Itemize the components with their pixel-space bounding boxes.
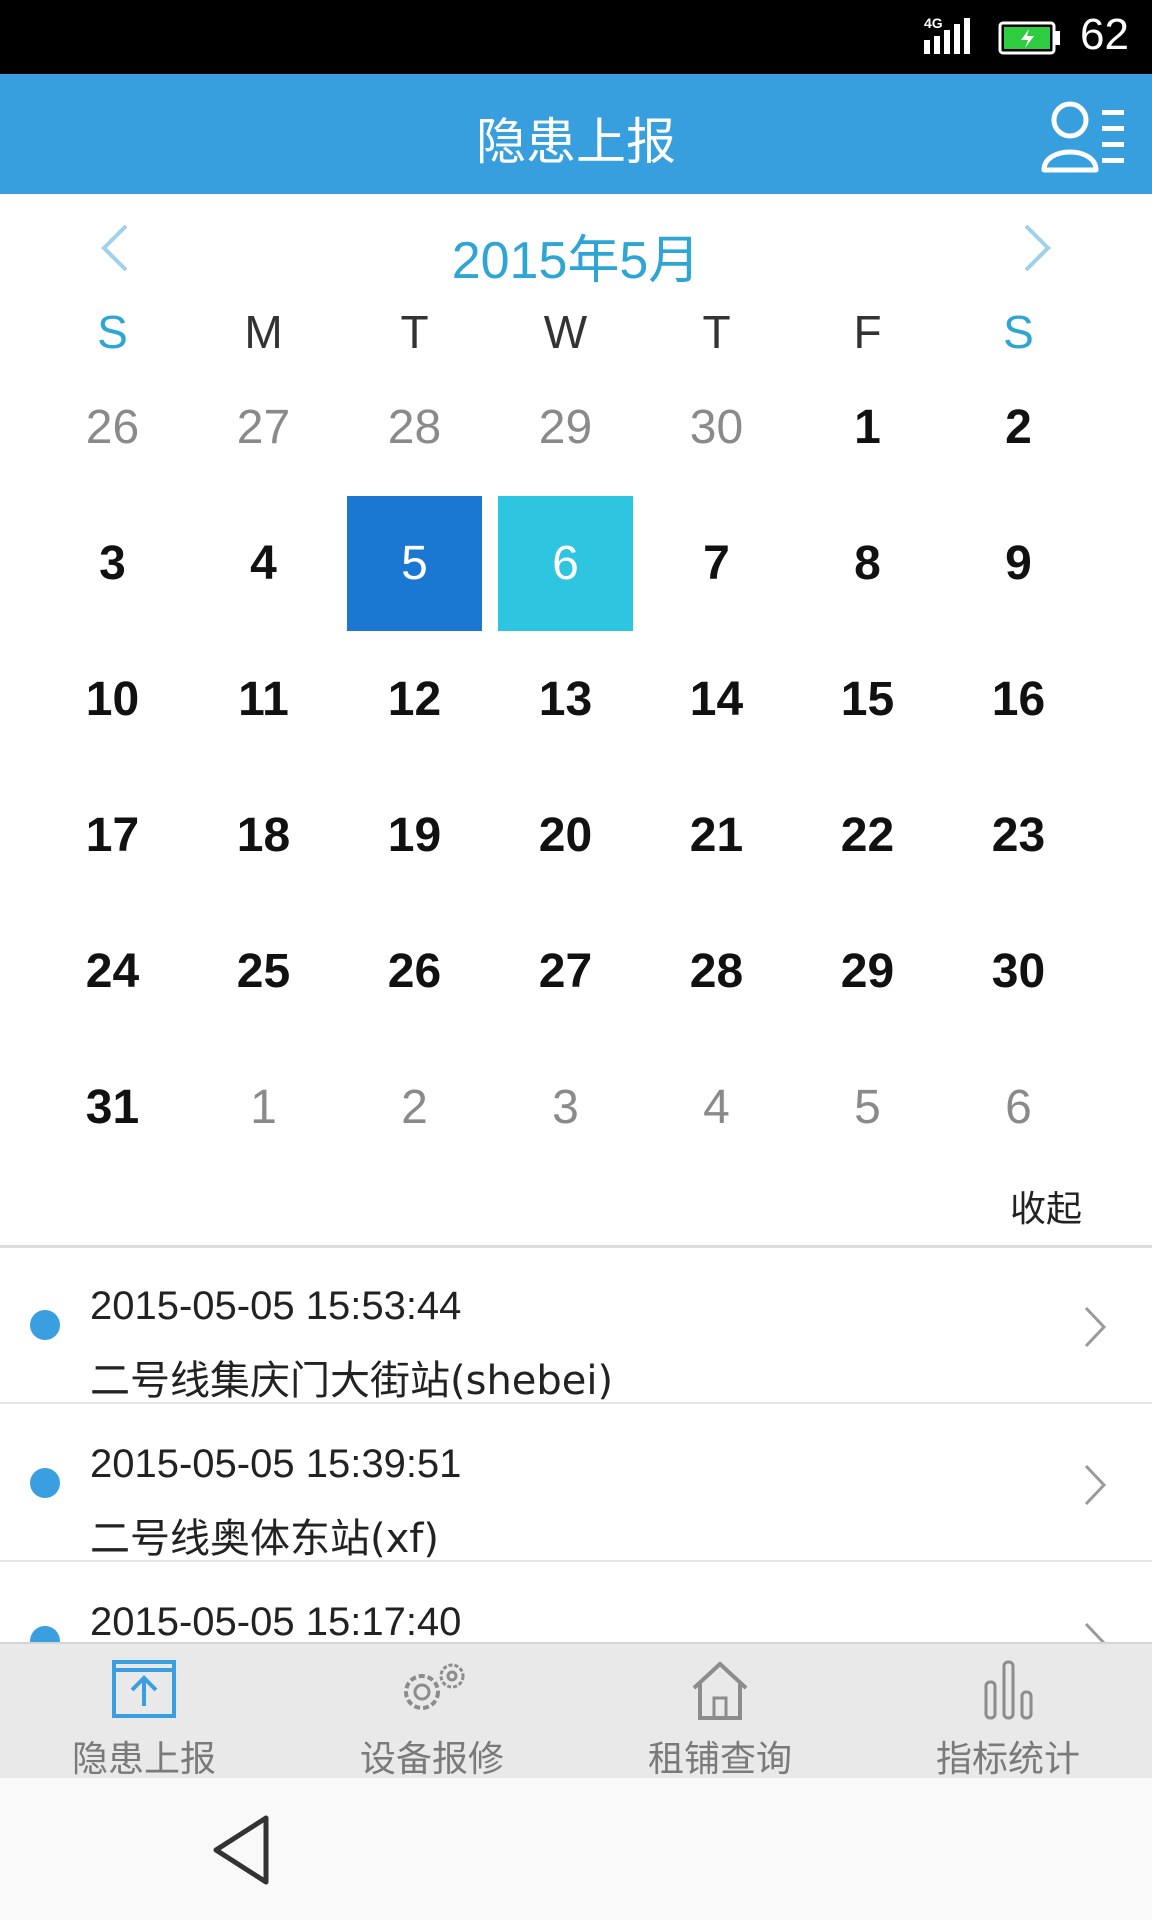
calendar-day[interactable]: 15: [800, 632, 935, 767]
tab-label: 设备报修: [359, 1739, 504, 1780]
upload-report-icon: [112, 1660, 176, 1718]
tab-equipment-repair[interactable]: 设备报修: [288, 1644, 576, 1780]
chevron-right-icon: [1084, 1622, 1107, 1644]
title-bar: 隐患上报: [0, 74, 1152, 194]
weekday-label: S: [1003, 306, 1034, 358]
calendar-day[interactable]: 25: [196, 904, 331, 1039]
cell-signal-icon: 4G: [924, 15, 970, 54]
home-icon: [692, 1661, 748, 1720]
calendar-day[interactable]: 31: [45, 1040, 180, 1175]
calendar-day[interactable]: 21: [649, 768, 784, 903]
list-item[interactable]: 2015-05-05 15:39:51 二号线奥体东站(xf): [0, 1406, 1152, 1562]
calendar-day[interactable]: 18: [196, 768, 331, 903]
system-nav-bar: [0, 1778, 1152, 1920]
weekday-label: F: [853, 306, 882, 358]
calendar-day[interactable]: 7: [649, 496, 784, 631]
tab-shop-query[interactable]: 租铺查询: [576, 1644, 864, 1780]
calendar-day[interactable]: 1: [196, 1040, 331, 1175]
chevron-right-icon: [1084, 1306, 1107, 1348]
weekday-label: T: [702, 306, 731, 358]
calendar-grid: 26 27 28 29 30 1 2 3 4 5 6 7 8 9 10 11 12 13 14 15 16 17 18 19 2…: [0, 360, 1152, 1176]
collapse-button[interactable]: 收起: [1010, 1180, 1082, 1232]
calendar-day[interactable]: 27: [196, 360, 331, 495]
calendar-day[interactable]: 9: [951, 496, 1086, 631]
calendar-day[interactable]: 29: [800, 904, 935, 1039]
status-bar: 4G 62: [0, 0, 1152, 74]
calendar-day-selected[interactable]: 5: [347, 496, 482, 631]
calendar-day[interactable]: 29: [498, 360, 633, 495]
calendar-day[interactable]: 28: [649, 904, 784, 1039]
report-station: 二号线集庆门大街站(shebei): [90, 1358, 614, 1404]
calendar-day[interactable]: 22: [800, 768, 935, 903]
bar-chart-icon: [984, 1660, 1033, 1720]
weekday-label: M: [244, 306, 283, 358]
page-title: 隐患上报: [476, 113, 676, 171]
calendar-day[interactable]: 10: [45, 632, 180, 767]
calendar-day[interactable]: 26: [347, 904, 482, 1039]
calendar-day[interactable]: 4: [196, 496, 331, 631]
calendar-day[interactable]: 17: [45, 768, 180, 903]
report-time: 2015-05-05 15:39:51: [90, 1442, 462, 1486]
calendar-day[interactable]: 14: [649, 632, 784, 767]
calendar-day[interactable]: 16: [951, 632, 1086, 767]
calendar-day-today[interactable]: 6: [498, 496, 633, 631]
chevron-right-icon[interactable]: [1016, 222, 1056, 274]
calendar-day[interactable]: 20: [498, 768, 633, 903]
tab-label: 指标统计: [935, 1739, 1080, 1780]
list-item[interactable]: 2015-05-05 15:53:44 二号线集庆门大街站(shebei): [0, 1248, 1152, 1404]
tab-label: 租铺查询: [647, 1739, 792, 1780]
bottom-tab-bar: 隐患上报 设备报修 租铺查询 指标统计: [0, 1642, 1152, 1780]
gears-icon: [404, 1663, 465, 1710]
calendar-day[interactable]: 12: [347, 632, 482, 767]
calendar-day[interactable]: 2: [951, 360, 1086, 495]
battery-percent: 62: [1080, 10, 1129, 59]
calendar-day[interactable]: 26: [45, 360, 180, 495]
calendar-day[interactable]: 4: [649, 1040, 784, 1175]
calendar-day[interactable]: 3: [498, 1040, 633, 1175]
tab-hazard-report[interactable]: 隐患上报: [0, 1644, 288, 1780]
app-screen: 4G 62 隐患上报 2015年5月 S M T W T F S 26 27 2…: [0, 0, 1152, 1920]
calendar-day[interactable]: 2: [347, 1040, 482, 1175]
weekday-label: S: [97, 306, 128, 358]
calendar-day[interactable]: 8: [800, 496, 935, 631]
svg-text:4G: 4G: [924, 15, 943, 31]
calendar-day[interactable]: 1: [800, 360, 935, 495]
calendar-day[interactable]: 11: [196, 632, 331, 767]
tab-label: 隐患上报: [71, 1739, 216, 1780]
weekday-label: T: [400, 306, 429, 358]
back-triangle-icon[interactable]: [206, 1810, 276, 1890]
calendar-day[interactable]: 3: [45, 496, 180, 631]
weekday-header: SMTWTFS: [0, 305, 1152, 365]
tab-index-statistics[interactable]: 指标统计: [864, 1644, 1152, 1780]
calendar-day[interactable]: 6: [951, 1040, 1086, 1175]
calendar-month-label: 2015年5月: [451, 232, 701, 290]
list-item[interactable]: 2015-05-05 15:17:40: [0, 1564, 1152, 1644]
report-time: 2015-05-05 15:17:40: [90, 1600, 462, 1644]
calendar-day[interactable]: 30: [649, 360, 784, 495]
report-time: 2015-05-05 15:53:44: [90, 1284, 462, 1328]
battery-charging-icon: [998, 21, 1060, 55]
calendar-day[interactable]: 30: [951, 904, 1086, 1039]
report-list: 2015-05-05 15:53:44 二号线集庆门大街站(shebei) 20…: [0, 1248, 1152, 1644]
calendar-day[interactable]: 27: [498, 904, 633, 1039]
weekday-label: W: [543, 306, 588, 358]
chevron-right-icon: [1084, 1464, 1107, 1506]
calendar-day[interactable]: 13: [498, 632, 633, 767]
calendar-day[interactable]: 23: [951, 768, 1086, 903]
calendar-day[interactable]: 28: [347, 360, 482, 495]
status-dot: [30, 1468, 60, 1498]
report-station: 二号线奥体东站(xf): [90, 1516, 439, 1562]
calendar-day[interactable]: 19: [347, 768, 482, 903]
calendar-day[interactable]: 24: [45, 904, 180, 1039]
user-list-icon[interactable]: [1040, 98, 1130, 174]
calendar-day[interactable]: 5: [800, 1040, 935, 1175]
status-dot: [30, 1310, 60, 1340]
